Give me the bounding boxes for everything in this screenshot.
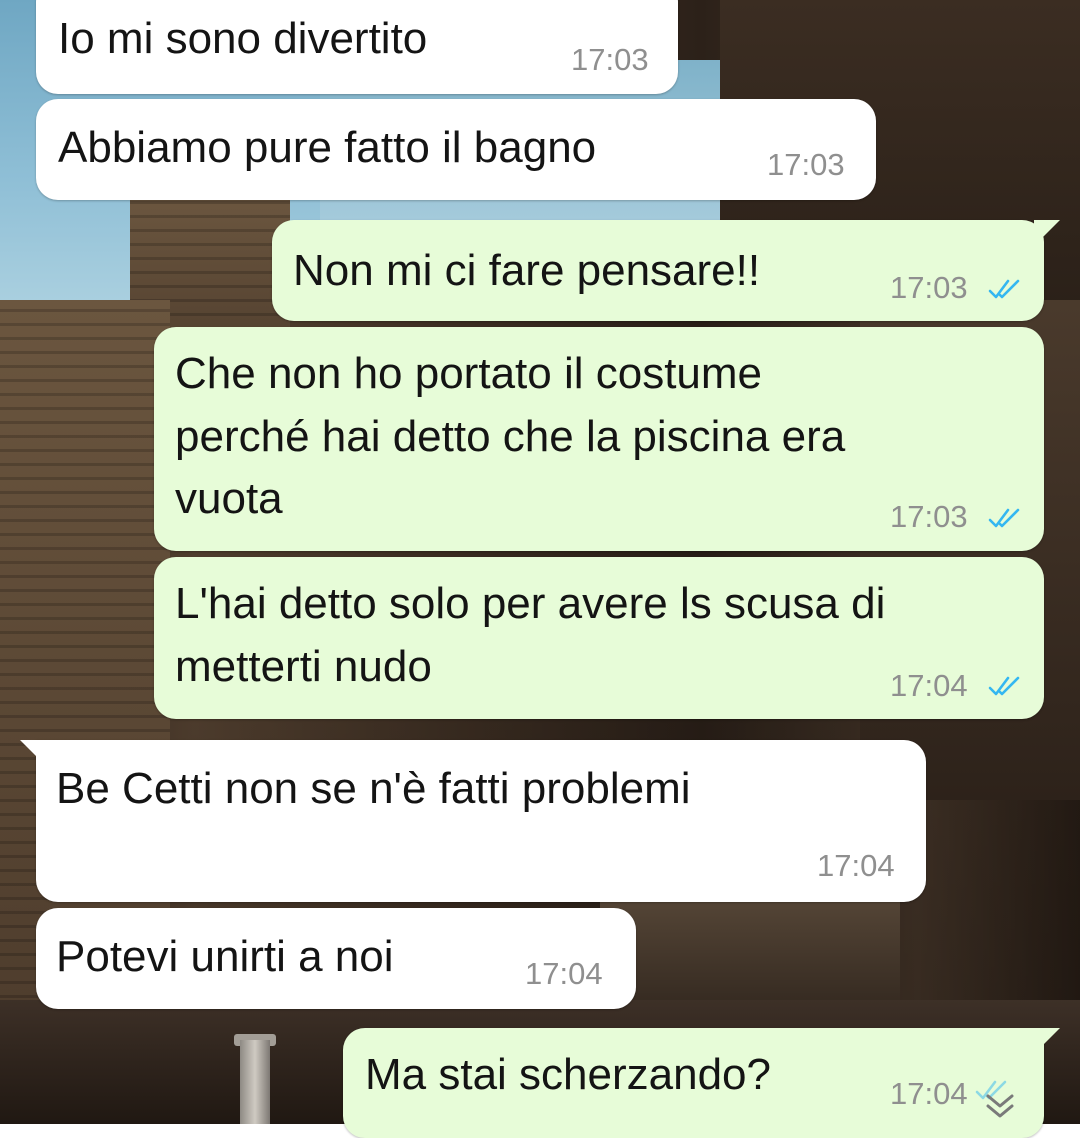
message-timestamp: 17:03 [890,499,968,534]
message-text-line: perché hai detto che la piscina era [175,412,846,461]
message-bubble-incoming[interactable]: Abbiamo pure fatto il bagno 17:03 [36,99,876,200]
double-check-icon [988,676,1020,696]
message-bubble-incoming[interactable]: Io mi sono divertito 17:03 [36,0,678,94]
message-timestamp: 17:04 [817,848,895,883]
message-timestamp: 17:04 [890,1076,968,1111]
message-text: Potevi unirti a noi [56,932,394,981]
message-text: Abbiamo pure fatto il bagno [58,123,597,172]
message-list[interactable]: Io mi sono divertito 17:03 Abbiamo pure … [0,0,1080,1138]
message-text: Ma stai scherzando? [365,1050,771,1099]
message-text: Io mi sono divertito [58,14,428,63]
bubble-tail [1034,1028,1060,1054]
message-bubble-outgoing[interactable]: Ma stai scherzando? 17:04 [343,1028,1060,1138]
message-timestamp: 17:03 [571,42,649,77]
message-bubble-incoming[interactable]: Be Cetti non se n'è fatti problemi 17:04 [20,740,926,902]
message-bubble-outgoing[interactable]: L'hai detto solo per avere ls scusa di m… [154,557,1044,719]
message-timestamp: 17:04 [525,956,603,991]
bubble-tail [20,740,46,766]
message-text-line: vuota [175,474,283,523]
bubble-tail [1034,220,1060,246]
message-text-line: Che non ho portato il costume [175,349,763,398]
chevron-double-down-icon [986,1094,1014,1118]
message-bubble-incoming[interactable]: Potevi unirti a noi 17:04 [36,908,636,1009]
scroll-to-bottom-button[interactable] [975,1092,1025,1136]
message-timestamp: 17:03 [767,147,845,182]
message-timestamp: 17:03 [890,270,968,305]
double-check-icon [988,508,1020,528]
message-bubble-outgoing[interactable]: Che non ho portato il costume perché hai… [154,327,1044,551]
message-timestamp: 17:04 [890,668,968,703]
message-text: Be Cetti non se n'è fatti problemi [56,764,691,813]
message-text-line: L'hai detto solo per avere ls scusa di [175,579,886,628]
message-bubble-outgoing[interactable]: Non mi ci fare pensare!! 17:03 [272,220,1060,321]
message-text-line: metterti nudo [175,642,432,691]
double-check-icon [988,279,1020,299]
message-text: Non mi ci fare pensare!! [293,246,761,295]
